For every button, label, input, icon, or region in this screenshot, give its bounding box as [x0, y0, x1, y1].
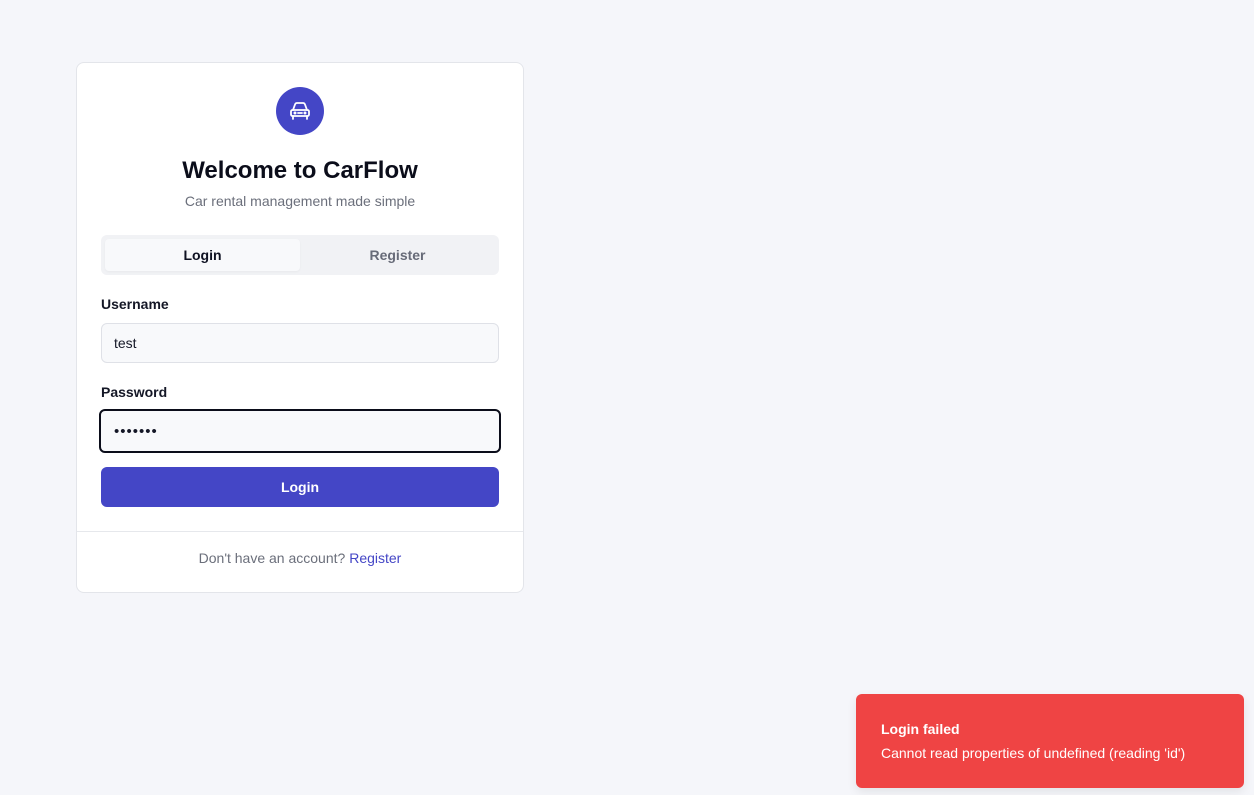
toast-message: Cannot read properties of undefined (rea…	[881, 745, 1186, 761]
tab-login[interactable]: Login	[105, 239, 300, 271]
register-link[interactable]: Register	[349, 550, 401, 566]
card-divider	[77, 531, 523, 532]
logo-badge	[276, 87, 324, 135]
login-card: Welcome to CarFlow Car rental management…	[76, 62, 524, 593]
page-subtitle: Car rental management made simple	[184, 193, 416, 209]
register-prompt-text: Don't have an account?	[198, 550, 346, 566]
toast-title: Login failed	[881, 721, 960, 737]
car-icon	[290, 102, 310, 120]
register-prompt: Don't have an account? Register	[77, 550, 523, 566]
page-title: Welcome to CarFlow	[182, 157, 418, 184]
password-label: Password	[101, 384, 168, 400]
error-toast[interactable]: Login failed Cannot read properties of u…	[856, 694, 1244, 788]
tab-register[interactable]: Register	[300, 239, 495, 271]
auth-tabs: Login Register	[101, 235, 499, 275]
username-label: Username	[101, 296, 169, 312]
password-field[interactable]	[99, 409, 501, 453]
login-button[interactable]: Login	[101, 467, 499, 507]
username-field[interactable]	[101, 323, 499, 363]
